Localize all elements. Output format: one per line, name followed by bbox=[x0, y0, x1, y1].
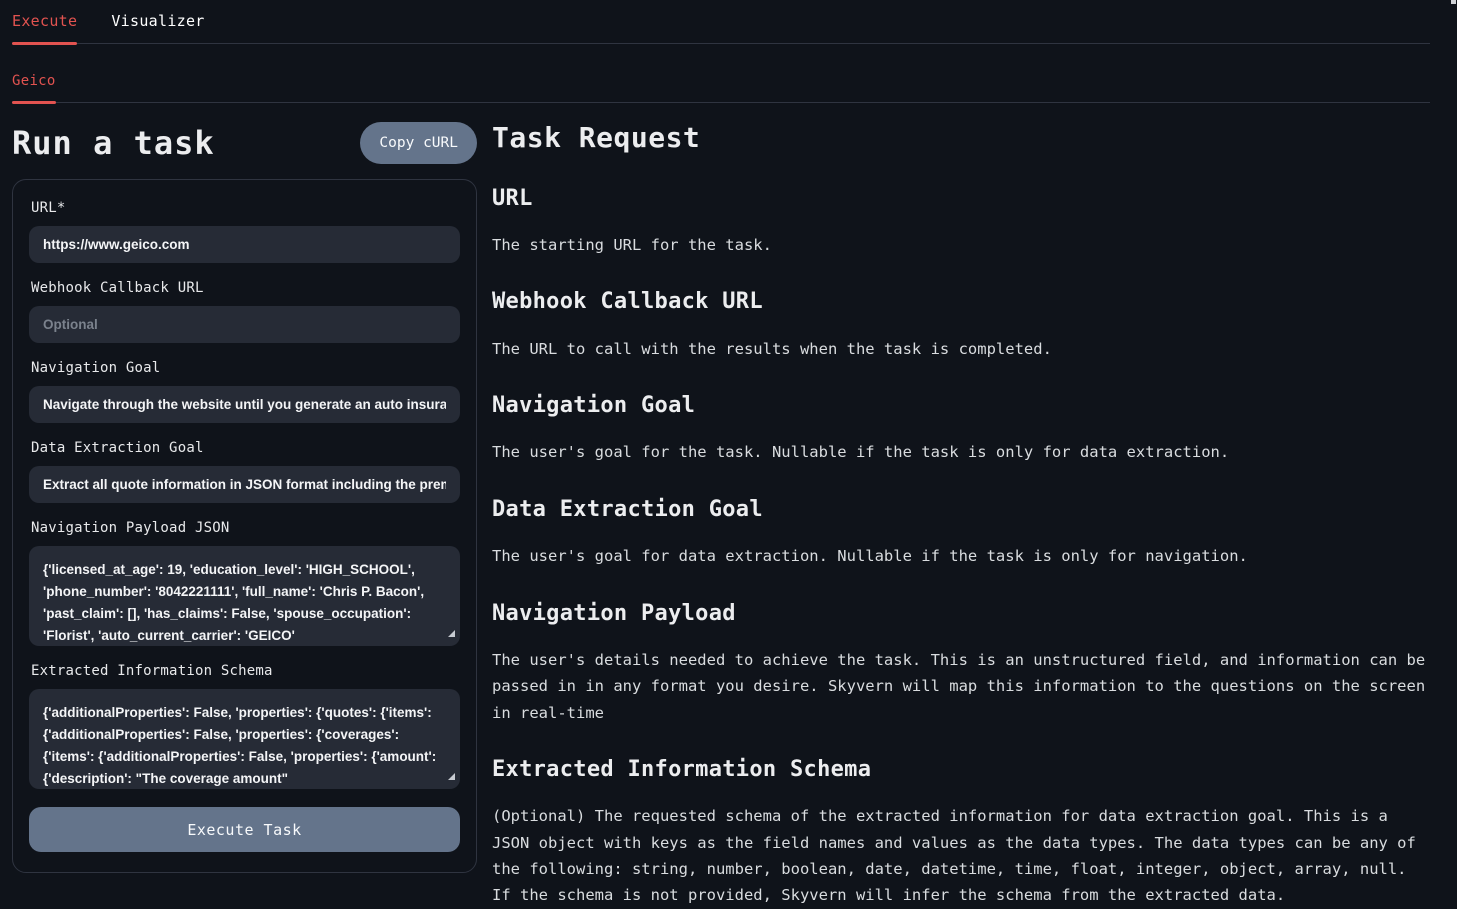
page-title: Run a task bbox=[12, 124, 215, 162]
docs-body-navigation-goal: The user's goal for the task. Nullable i… bbox=[492, 439, 1427, 465]
navigation-payload-wrap: {'licensed_at_age': 19, 'education_level… bbox=[29, 546, 460, 646]
docs-heading-data-extraction-goal: Data Extraction Goal bbox=[492, 497, 1427, 523]
tab-execute[interactable]: Execute bbox=[12, 12, 77, 43]
docs-body-webhook: The URL to call with the results when th… bbox=[492, 336, 1427, 362]
navigation-payload-textarea[interactable]: {'licensed_at_age': 19, 'education_level… bbox=[29, 546, 460, 646]
webhook-label: Webhook Callback URL bbox=[31, 280, 458, 296]
docs-body-extracted-schema: (Optional) The requested schema of the e… bbox=[492, 803, 1427, 908]
data-extraction-goal-label: Data Extraction Goal bbox=[31, 440, 458, 456]
task-form-column: Run a task Copy cURL URL* Webhook Callba… bbox=[12, 103, 477, 873]
scrollbar-artifact bbox=[1451, 0, 1456, 4]
url-input[interactable] bbox=[29, 226, 460, 263]
docs-body-navigation-payload: The user's details needed to achieve the… bbox=[492, 647, 1427, 726]
webhook-input[interactable] bbox=[29, 306, 460, 343]
docs-body-url: The starting URL for the task. bbox=[492, 232, 1427, 258]
execute-task-button[interactable]: Execute Task bbox=[29, 807, 460, 852]
copy-curl-button[interactable]: Copy cURL bbox=[360, 122, 477, 164]
tab-geico[interactable]: Geico bbox=[12, 73, 56, 102]
extracted-schema-wrap: {'additionalProperties': False, 'propert… bbox=[29, 689, 460, 789]
data-extraction-goal-input[interactable] bbox=[29, 466, 460, 503]
docs-heading-navigation-goal: Navigation Goal bbox=[492, 393, 1427, 419]
navigation-goal-input[interactable] bbox=[29, 386, 460, 423]
form-header: Run a task Copy cURL bbox=[12, 119, 477, 167]
docs-heading-navigation-payload: Navigation Payload bbox=[492, 601, 1427, 627]
navigation-payload-label: Navigation Payload JSON bbox=[31, 520, 458, 536]
docs-body-data-extraction-goal: The user's goal for data extraction. Nul… bbox=[492, 543, 1427, 569]
task-form-card: URL* Webhook Callback URL Navigation Goa… bbox=[12, 179, 477, 873]
tab-visualizer[interactable]: Visualizer bbox=[111, 12, 204, 43]
navigation-goal-label: Navigation Goal bbox=[31, 360, 458, 376]
extracted-schema-label: Extracted Information Schema bbox=[31, 663, 458, 679]
task-request-docs: Task Request URL The starting URL for th… bbox=[477, 103, 1457, 909]
top-tab-bar: Execute Visualizer bbox=[12, 0, 1430, 44]
docs-heading-webhook: Webhook Callback URL bbox=[492, 289, 1427, 315]
docs-heading-extracted-schema: Extracted Information Schema bbox=[492, 757, 1427, 783]
sub-tab-bar: Geico bbox=[12, 44, 1430, 103]
docs-heading-url: URL bbox=[492, 186, 1427, 212]
main-content: Run a task Copy cURL URL* Webhook Callba… bbox=[0, 103, 1457, 909]
docs-title: Task Request bbox=[492, 121, 1427, 155]
url-label: URL* bbox=[31, 200, 458, 216]
extracted-schema-textarea[interactable]: {'additionalProperties': False, 'propert… bbox=[29, 689, 460, 789]
